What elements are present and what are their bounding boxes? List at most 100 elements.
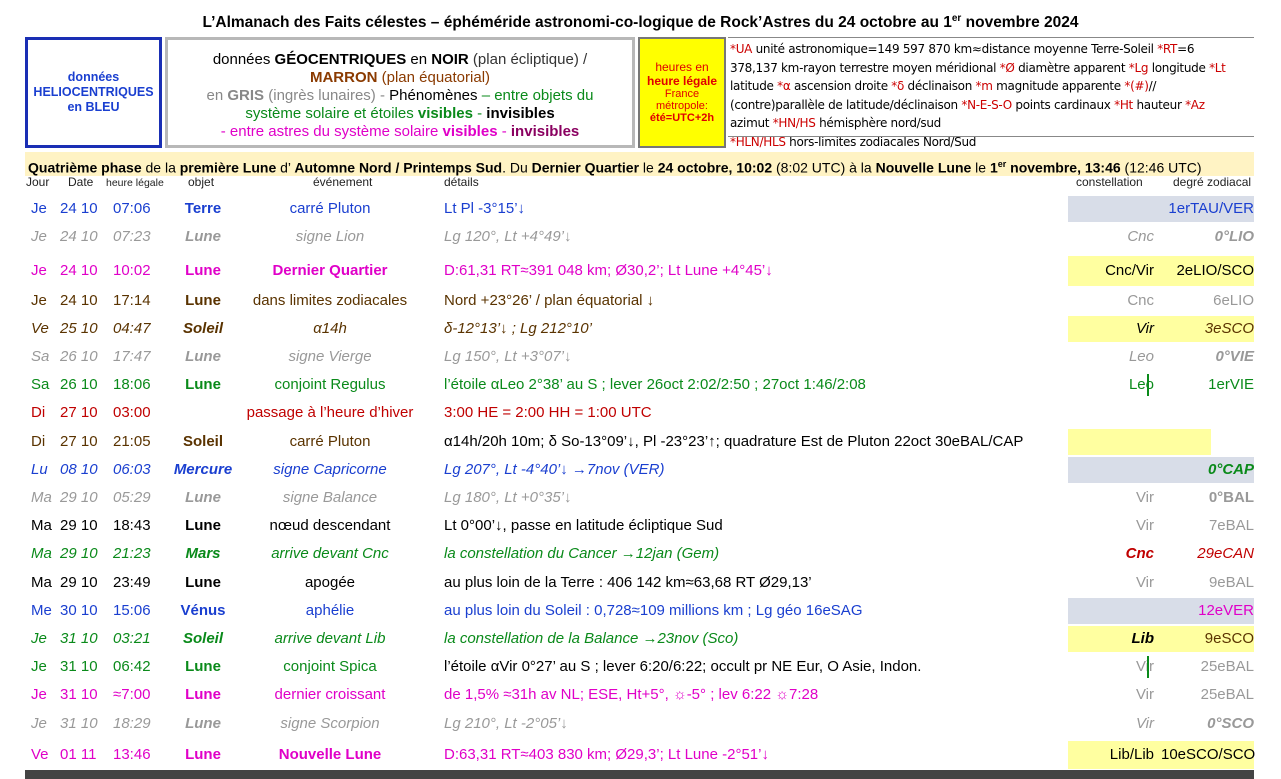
row-day: Je bbox=[31, 262, 47, 279]
row-details: Lg 120°, Lt +4°49’↓ bbox=[444, 228, 572, 245]
row-day: Di bbox=[31, 433, 46, 450]
row-time: 18:29 bbox=[113, 715, 151, 732]
row-day: Lu bbox=[31, 461, 48, 478]
row-date: 31 10 bbox=[60, 658, 98, 675]
row-zodiac-degree: 25eBAL bbox=[1200, 658, 1254, 675]
row-date: 31 10 bbox=[60, 715, 98, 732]
row-date: 24 10 bbox=[60, 228, 98, 245]
table-row: Je 24 10 17:14 Lune dans limites zodiacales N… bbox=[25, 287, 1254, 315]
row-date: 29 10 bbox=[60, 574, 98, 591]
row-details: D:61,31 RT≈391 048 km; Ø30,2’; Lt Lune +… bbox=[444, 262, 773, 279]
table-row: Je 31 10 18:29 Lune signe Scorpion Lg 210°, L… bbox=[25, 710, 1254, 738]
header-zodiac-degree: degré zodiacal bbox=[1173, 175, 1252, 189]
row-zodiac-degree: 9eBAL bbox=[1208, 574, 1254, 591]
row-day: Je bbox=[31, 228, 47, 245]
table-row: Je 24 10 07:06 Terre carré Pluton Lt Pl -3°15… bbox=[25, 195, 1254, 223]
row-date: 29 10 bbox=[60, 489, 98, 506]
table-row: Ma 29 10 21:23 Mars arrive devant Cnc la cons… bbox=[25, 540, 1254, 568]
row-day: Je bbox=[31, 292, 47, 309]
row-zodiac-degree: 25eBAL bbox=[1200, 686, 1254, 703]
row-details: la constellation de la Balance →23nov (S… bbox=[444, 630, 739, 647]
table-row: Ma 29 10 23:49 Lune apogée au plus loin de la… bbox=[25, 569, 1254, 597]
row-event: passage à l’heure d’hiver bbox=[246, 404, 414, 421]
row-time: 06:03 bbox=[113, 461, 151, 478]
row-event: carré Pluton bbox=[289, 200, 371, 217]
row-day: Sa bbox=[31, 348, 50, 365]
row-constellation: Lib/Lib bbox=[1109, 746, 1154, 763]
row-day: Ve bbox=[31, 320, 49, 337]
row-zodiac-degree: 1erTAU/VER bbox=[1168, 200, 1254, 217]
bottom-bar bbox=[25, 770, 1254, 779]
row-details: Lg 210°, Lt -2°05’↓ bbox=[444, 715, 568, 732]
row-time: 13:46 bbox=[113, 746, 151, 763]
row-time: 06:42 bbox=[113, 658, 151, 675]
row-date: 31 10 bbox=[60, 630, 98, 647]
row-zodiac-degree: 3eSCO bbox=[1204, 320, 1254, 337]
row-event: conjoint Spica bbox=[283, 658, 377, 675]
row-time: 17:14 bbox=[113, 292, 151, 309]
row-details: l’étoile αVir 0°27’ au S ; lever 6:20/6:… bbox=[444, 658, 922, 675]
row-day: Je bbox=[31, 630, 47, 647]
table-row: Ma 29 10 18:43 Lune nœud descendant Lt 0°00’↓… bbox=[25, 512, 1254, 540]
legend-heliocentric-box: données HELIOCENTRIQUES en BLEU bbox=[25, 37, 162, 148]
table-row: Di 27 10 21:05 Soleil carré Pluton α14h/20h 1… bbox=[25, 428, 1254, 456]
row-zodiac-degree: 9eSCO bbox=[1204, 630, 1254, 647]
row-event: signe Balance bbox=[282, 489, 378, 506]
row-day: Ve bbox=[31, 746, 49, 763]
row-time: 18:43 bbox=[113, 517, 151, 534]
legend-geocentric-box: données GÉOCENTRIQUES en NOIR (plan écli… bbox=[165, 37, 635, 148]
row-time: 04:47 bbox=[113, 320, 151, 337]
row-event: apogée bbox=[304, 574, 356, 591]
row-date: 01 11 bbox=[60, 746, 97, 763]
row-day: Je bbox=[31, 715, 47, 732]
row-time: 05:29 bbox=[113, 489, 151, 506]
header-day: Jour bbox=[26, 175, 50, 189]
row-details: Lt 0°00’↓, passe en latitude écliptique … bbox=[444, 517, 723, 534]
table-row: Sa 26 10 18:06 Lune conjoint Regulus l’étoile… bbox=[25, 371, 1254, 399]
row-day: Ma bbox=[31, 517, 52, 534]
row-details: Lt Pl -3°15’↓ bbox=[444, 200, 526, 217]
row-event: arrive devant Lib bbox=[274, 630, 386, 647]
row-day: Me bbox=[31, 602, 52, 619]
row-day: Sa bbox=[31, 376, 50, 393]
row-details: α14h/20h 10m; δ So-13°09’↓, Pl -23°23’↑;… bbox=[444, 433, 1024, 450]
table-row: Ve 01 11 13:46 Lune Nouvelle Lune D:63,31 RT≈… bbox=[25, 740, 1255, 770]
row-event: α14h bbox=[313, 320, 347, 337]
header-constellation: constellation bbox=[1076, 175, 1143, 189]
row-zodiac-degree: 6eLIO bbox=[1213, 292, 1254, 309]
row-event: signe Vierge bbox=[288, 348, 372, 365]
row-details: D:63,31 RT≈403 830 km; Ø29,3’; Lt Lune -… bbox=[444, 746, 769, 763]
row-day: Je bbox=[31, 686, 47, 703]
row-constellation: Cnc bbox=[1127, 292, 1154, 309]
row-event: arrive devant Cnc bbox=[271, 545, 389, 562]
row-constellation: Cnc bbox=[1127, 228, 1154, 245]
row-details: δ-12°13’↓ ; Lg 212°10’ bbox=[444, 320, 592, 337]
star-marker-line bbox=[1147, 656, 1149, 678]
row-details: Lg 180°, Lt +0°35’↓ bbox=[444, 489, 572, 506]
row-date: 24 10 bbox=[60, 292, 98, 309]
row-constellation: Leo bbox=[1128, 348, 1154, 365]
table-row: Di 27 10 03:00 passage à l’heure d’hiver 3:0… bbox=[25, 399, 1254, 427]
row-zodiac-degree: 0°LIO bbox=[1214, 228, 1254, 245]
row-zodiac-degree: 12eVER bbox=[1198, 602, 1254, 619]
row-event: signe Scorpion bbox=[280, 715, 380, 732]
row-event: Dernier Quartier bbox=[272, 262, 388, 279]
row-date: 26 10 bbox=[60, 376, 98, 393]
table-row: Sa 26 10 17:47 Lune signe Vierge Lg 150°, Lt … bbox=[25, 343, 1254, 371]
row-day: Ma bbox=[31, 574, 52, 591]
row-time: 03:00 bbox=[113, 404, 151, 421]
row-constellation: Vir bbox=[1135, 715, 1154, 732]
row-date: 25 10 bbox=[60, 320, 98, 337]
row-time: 07:23 bbox=[113, 228, 151, 245]
table-row: Ma 29 10 05:29 Lune signe Balance Lg 180°, Lt… bbox=[25, 484, 1254, 512]
row-date: 29 10 bbox=[60, 517, 98, 534]
row-event: signe Lion bbox=[295, 228, 365, 245]
row-day: Ma bbox=[31, 545, 52, 562]
row-day: Je bbox=[31, 200, 47, 217]
row-event: carré Pluton bbox=[289, 433, 371, 450]
row-details: 3:00 HE = 2:00 HH = 1:00 UTC bbox=[444, 404, 652, 421]
row-zodiac-degree: 7eBAL bbox=[1208, 517, 1254, 534]
table-row: Lu 08 10 06:03 Mercure signe Capricorne Lg 20… bbox=[25, 456, 1254, 484]
row-time: 07:06 bbox=[113, 200, 151, 217]
row-constellation: Cnc/Vir bbox=[1105, 262, 1154, 279]
